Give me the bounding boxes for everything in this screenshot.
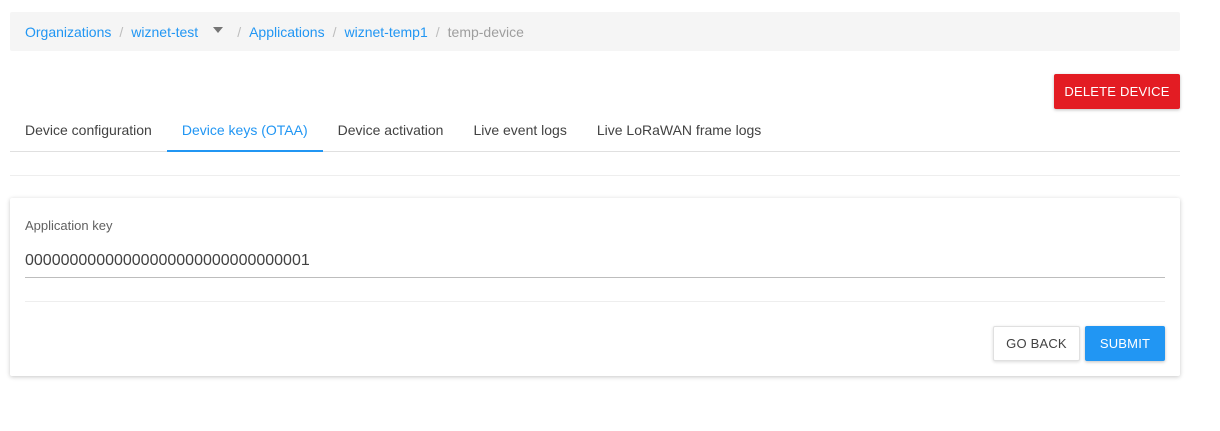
breadcrumb-separator: / bbox=[332, 23, 337, 40]
card-divider bbox=[25, 301, 1165, 302]
page: Organizations / wiznet-test / Applicatio… bbox=[0, 0, 1220, 431]
device-keys-card: Application key GO BACK SUBMIT bbox=[10, 198, 1180, 376]
breadcrumb-separator: / bbox=[237, 23, 242, 40]
application-key-input[interactable] bbox=[25, 244, 1165, 278]
submit-button[interactable]: SUBMIT bbox=[1085, 326, 1165, 361]
tab-bar: Device configuration Device keys (OTAA) … bbox=[10, 110, 1180, 152]
tab-device-configuration[interactable]: Device configuration bbox=[10, 110, 167, 151]
breadcrumb-separator: / bbox=[119, 23, 124, 40]
breadcrumb: Organizations / wiznet-test / Applicatio… bbox=[10, 12, 1180, 51]
divider bbox=[10, 175, 1180, 176]
breadcrumb-organization-link[interactable]: wiznet-test bbox=[131, 24, 198, 40]
go-back-button[interactable]: GO BACK bbox=[993, 326, 1080, 361]
tab-device-keys[interactable]: Device keys (OTAA) bbox=[166, 110, 323, 152]
breadcrumb-applications-link[interactable]: Applications bbox=[249, 24, 325, 40]
tab-live-event-logs[interactable]: Live event logs bbox=[458, 110, 581, 151]
breadcrumb-separator: / bbox=[435, 23, 440, 40]
application-key-label: Application key bbox=[25, 218, 113, 233]
delete-device-button[interactable]: DELETE DEVICE bbox=[1054, 74, 1180, 109]
tab-device-activation[interactable]: Device activation bbox=[323, 110, 459, 151]
tab-live-lorawan-frame-logs[interactable]: Live LoRaWAN frame logs bbox=[582, 110, 776, 151]
breadcrumb-current-device: temp-device bbox=[447, 23, 524, 40]
breadcrumb-application-link[interactable]: wiznet-temp1 bbox=[344, 24, 427, 40]
breadcrumb-organizations-link[interactable]: Organizations bbox=[25, 24, 111, 40]
chevron-down-icon[interactable] bbox=[213, 26, 224, 33]
